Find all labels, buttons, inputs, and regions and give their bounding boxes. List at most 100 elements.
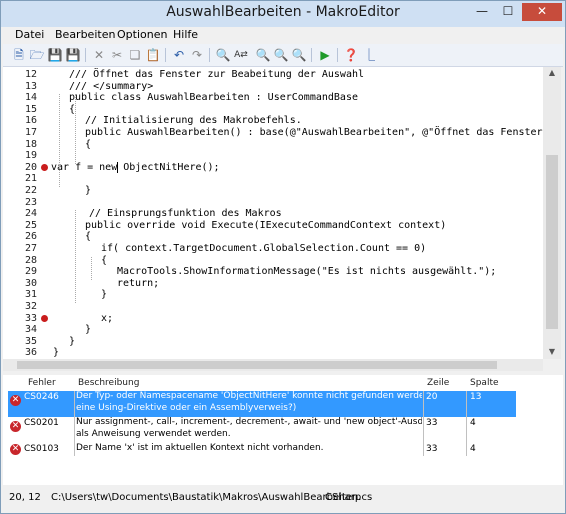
horizontal-scroll-thumb[interactable] <box>17 361 497 369</box>
horizontal-scrollbar[interactable] <box>3 359 543 371</box>
code-line[interactable]: return; <box>117 278 159 289</box>
line-number: 20 <box>24 161 37 173</box>
code-line[interactable]: } <box>85 185 91 196</box>
code-line[interactable]: public override void Execute(IExecuteCom… <box>85 220 446 231</box>
toolbar: 🗎 🗁 💾 💾 ✕ ✂ ❏ 📋 ↶ ↷ 🔍 A⇄ 🔍 🔍 🔍 ▶ ❓ ⎿ <box>3 44 563 67</box>
code-line[interactable]: /// Öffnet das Fenster zur Beabeitung de… <box>69 69 364 80</box>
error-description-continued: als Anweisung verwendet werden. <box>76 429 231 439</box>
open-icon[interactable]: 🗁 <box>29 47 45 63</box>
line-number: 16 <box>24 115 37 127</box>
menu-hilfe[interactable]: Hilfe <box>173 28 198 41</box>
find-all-icon[interactable]: 🔍 <box>291 47 307 63</box>
save-all-icon[interactable]: 💾 <box>65 47 81 63</box>
find-icon[interactable]: 🔍 <box>215 47 231 63</box>
title-bar: AuswahlBearbeiten - MakroEditor — ☐ ✕ <box>1 1 565 27</box>
scroll-up-icon[interactable]: ▲ <box>543 68 561 77</box>
line-number: 13 <box>24 80 37 92</box>
maximize-icon[interactable]: ☐ <box>496 3 520 21</box>
menu-optionen[interactable]: Optionen <box>117 28 167 41</box>
code-line[interactable]: } <box>101 289 107 300</box>
menu-bearbeiten[interactable]: Bearbeiten <box>55 28 115 41</box>
run-icon[interactable]: ▶ <box>317 47 333 63</box>
code-line[interactable]: } <box>85 324 91 335</box>
code-line[interactable]: x; <box>101 313 113 324</box>
error-row[interactable]: ✕ CS0201 Nur assignment-, call-, increment… <box>8 417 516 443</box>
indent-guide <box>91 256 92 280</box>
close-icon[interactable]: ✕ <box>522 3 562 21</box>
error-code: CS0201 <box>24 418 59 428</box>
error-row[interactable]: ✕ CS0103 Der Name 'x' ist im aktuellen Kon… <box>8 443 516 456</box>
code-line[interactable]: MacroTools.ShowInformationMessage("Es is… <box>117 266 496 277</box>
code-line[interactable]: } <box>69 336 75 347</box>
copy-icon[interactable]: ❏ <box>127 47 143 63</box>
code-line[interactable]: var f = new ObjectNitHere(); <box>51 162 220 173</box>
line-number: 12 <box>24 69 37 80</box>
code-line[interactable]: public AuswahlBearbeiten() : base(@"Ausw… <box>85 127 543 138</box>
file-path: C:\Users\tw\Documents\Baustatik\Makros\A… <box>51 492 373 503</box>
code-line[interactable]: /// </summary> <box>69 81 153 92</box>
error-icon: ✕ <box>10 421 21 432</box>
text-cursor <box>117 161 118 173</box>
line-number: 35 <box>24 335 37 347</box>
code-line[interactable]: // Initialisierung des Makrobefehls. <box>85 115 302 126</box>
vertical-scrollbar[interactable]: ▲ ▼ <box>543 67 561 359</box>
save-icon[interactable]: 💾 <box>47 47 63 63</box>
code-line[interactable]: if( context.TargetDocument.GlobalSelecti… <box>101 243 426 254</box>
code-line[interactable]: { <box>101 255 107 266</box>
error-code: CS0103 <box>24 444 59 454</box>
line-number: 36 <box>24 347 37 359</box>
find-prev-icon[interactable]: 🔍 <box>255 47 271 63</box>
code-line[interactable]: public class AuswahlBearbeiten : UserCom… <box>69 92 358 103</box>
error-line: 33 <box>426 418 438 428</box>
line-number: 15 <box>24 103 37 115</box>
line-number: 19 <box>24 150 37 162</box>
vertical-scroll-thumb[interactable] <box>546 155 558 329</box>
help-icon[interactable]: ❓ <box>343 47 359 63</box>
grid-line <box>74 391 75 456</box>
line-number: 29 <box>24 266 37 278</box>
delete-icon[interactable]: ✕ <box>91 47 107 63</box>
header-error-code[interactable]: Fehler <box>28 378 56 388</box>
toolbar-separator <box>85 48 86 62</box>
breakpoint-icon[interactable] <box>41 314 48 322</box>
redo-icon[interactable]: ↷ <box>189 47 205 63</box>
undo-icon[interactable]: ↶ <box>171 47 187 63</box>
header-line[interactable]: Zeile <box>427 378 449 388</box>
line-number: 27 <box>24 243 37 254</box>
new-icon[interactable]: 🗎 <box>11 47 27 63</box>
error-column: 4 <box>470 418 476 428</box>
header-description[interactable]: Beschreibung <box>78 378 139 388</box>
line-number: 26 <box>24 231 37 243</box>
menu-datei[interactable]: Datei <box>15 28 44 41</box>
code-line[interactable]: // Einsprungsfunktion des Makros <box>89 208 282 219</box>
line-number: 31 <box>24 289 37 301</box>
line-number-gutter[interactable]: 12 13 14 15 16 17 18 19 20 21 22 23 24 25 26 27 28 29 30 31… <box>3 67 49 359</box>
line-number: 14 <box>24 92 37 104</box>
code-editor[interactable]: 12 13 14 15 16 17 18 19 20 21 22 23 24 25 26 27 28 29 30 31… <box>3 67 543 359</box>
error-line: 33 <box>426 444 438 454</box>
code-line[interactable]: { <box>85 139 91 150</box>
replace-icon[interactable]: A⇄ <box>233 47 249 63</box>
scroll-down-icon[interactable]: ▼ <box>543 347 561 356</box>
error-description: Der Name 'x' ist im aktuellen Kontext ni… <box>76 443 324 453</box>
code-line[interactable]: { <box>85 231 91 242</box>
error-description-continued: eine Using-Direktive oder ein Assemblyve… <box>76 403 297 413</box>
minimize-icon[interactable]: — <box>469 3 495 21</box>
code-line[interactable]: } <box>53 347 59 358</box>
error-row[interactable]: ✕ CS0246 Der Typ- oder Namespacename 'Obje… <box>8 391 516 417</box>
toolbar-separator <box>311 48 312 62</box>
paste-icon[interactable]: 📋 <box>145 47 161 63</box>
grid-line <box>423 391 424 456</box>
cut-icon[interactable]: ✂ <box>109 47 125 63</box>
line-number: 17 <box>24 127 37 138</box>
error-description: Der Typ- oder Namespacename 'ObjectNitHe… <box>76 391 422 401</box>
language-label: CSharp <box>325 492 362 503</box>
info-icon[interactable]: ⎿ <box>361 47 377 63</box>
breakpoint-icon[interactable] <box>41 163 48 171</box>
error-column: 4 <box>470 444 476 454</box>
error-code: CS0246 <box>24 392 59 402</box>
find-next-icon[interactable]: 🔍 <box>273 47 289 63</box>
error-description: Nur assignment-, call-, increment-, decr… <box>76 417 422 427</box>
indent-guide <box>59 94 60 187</box>
header-column[interactable]: Spalte <box>470 378 499 388</box>
